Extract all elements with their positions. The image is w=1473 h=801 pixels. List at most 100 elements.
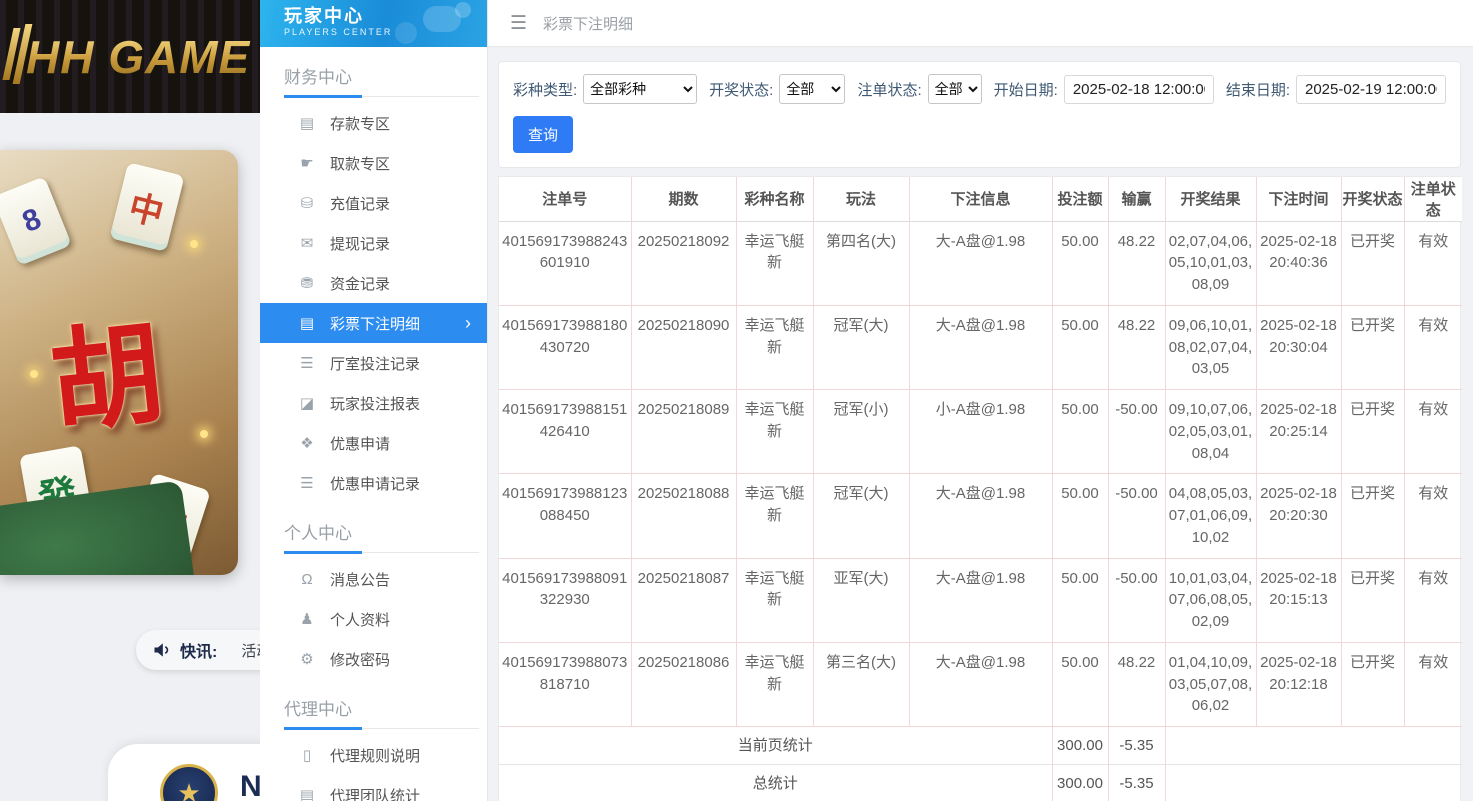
table-cell: -50.00 [1108, 390, 1165, 474]
mahjong-tile: 8 [0, 176, 72, 266]
brand-logo-area: HH GAME [0, 0, 260, 113]
start-date-label: 开始日期: [994, 79, 1058, 100]
table-cell: 20250218087 [631, 558, 736, 642]
lottery-type-label: 彩种类型: [513, 79, 577, 100]
table-cell: 大-A盘@1.98 [909, 642, 1052, 726]
table-cell: 幸运飞艇新 [736, 221, 813, 305]
sidebar-section-title: 个人中心 [284, 519, 463, 544]
summary-winloss-total: -5.35 [1108, 727, 1165, 765]
sidebar-nav: 财务中心▤存款专区☛取款专区⛁充值记录✉提现记录⛃资金记录▤彩票下注明细›☰厅室… [260, 63, 487, 801]
table-cell: 2025-02-18 20:20:30 [1256, 474, 1341, 558]
column-header: 开奖状态 [1341, 177, 1404, 221]
sidebar-item-label: 消息公告 [330, 569, 390, 590]
sidebar-item-hall-bet-record[interactable]: ☰ 厅室投注记录 [260, 343, 487, 383]
table-cell: 50.00 [1052, 642, 1108, 726]
gamepad-decoration-icon [395, 22, 417, 44]
brand-logo: HH GAME [26, 30, 260, 84]
sidebar-item-funds-record[interactable]: ⛃ 资金记录 [260, 263, 487, 303]
gamepad-decoration-icon [455, 2, 471, 18]
summary-row: 当前页统计300.00-5.35 [499, 727, 1462, 765]
agent-rules-doc-icon: ▯ [294, 746, 320, 764]
hall-bet-record-icon: ☰ [294, 354, 320, 372]
sparkle [190, 240, 198, 248]
sidebar: 玩家中心 PLAYERS CENTER 财务中心▤存款专区☛取款专区⛁充值记录✉… [260, 0, 488, 801]
table-cell: 401569173988123088450 [499, 474, 631, 558]
sidebar-header: 玩家中心 PLAYERS CENTER [260, 0, 487, 47]
column-header: 彩种名称 [736, 177, 813, 221]
sidebar-item-lottery-bet-detail[interactable]: ▤彩票下注明细› [260, 303, 487, 343]
sidebar-item-label: 优惠申请记录 [330, 473, 420, 494]
table-cell: 20250218086 [631, 642, 736, 726]
sidebar-item-agent-rules-doc[interactable]: ▯代理规则说明 [260, 735, 487, 775]
sidebar-item-player-bet-report[interactable]: ◪玩家投注报表 [260, 383, 487, 423]
order-status-select[interactable]: 全部 [928, 74, 982, 104]
sidebar-item-withdrawal-record[interactable]: ✉提现记录 [260, 223, 487, 263]
sidebar-item-promo-record[interactable]: ☰优惠申请记录 [260, 463, 487, 503]
sidebar-item-change-password-gear[interactable]: ⚙修改密码 [260, 639, 487, 679]
search-button[interactable]: 查询 [513, 116, 573, 153]
table-header-row: 注单号期数彩种名称玩法下注信息投注额输赢开奖结果下注时间开奖状态注单状态 [499, 177, 1462, 221]
sidebar-item-profile-person[interactable]: ♟个人资料 [260, 599, 487, 639]
table-cell: 幸运飞艇新 [736, 642, 813, 726]
sidebar-item-label: 取款专区 [330, 153, 390, 174]
table-cell: 有效 [1404, 558, 1462, 642]
table-cell: 有效 [1404, 642, 1462, 726]
table-cell: 48.22 [1108, 221, 1165, 305]
sidebar-item-label: 玩家投注报表 [330, 393, 420, 414]
sidebar-item-recharge-record[interactable]: ⛁充值记录 [260, 183, 487, 223]
table-cell: 48.22 [1108, 642, 1165, 726]
table-cell: 冠军(大) [813, 305, 909, 389]
table-cell: 已开奖 [1341, 305, 1404, 389]
deposit-card-icon: ▤ [294, 114, 320, 132]
page-title: 彩票下注明细 [543, 13, 633, 34]
table-cell: 小-A盘@1.98 [909, 390, 1052, 474]
summary-label: 当前页统计 [499, 727, 1052, 765]
draw-status-select[interactable]: 全部 [779, 74, 845, 104]
sidebar-item-label: 资金记录 [330, 273, 390, 294]
change-password-gear-icon: ⚙ [294, 650, 320, 668]
lottery-type-select[interactable]: 全部彩种 [583, 74, 697, 104]
sidebar-item-promo-apply[interactable]: ❖优惠申请 [260, 423, 487, 463]
news-ticker: 快讯: 活动延 [136, 630, 260, 670]
table-cell: 大-A盘@1.98 [909, 558, 1052, 642]
filter-row: 彩种类型: 全部彩种 开奖状态: 全部 注单状态: 全部 开始日期: 结束日期: [513, 74, 1446, 104]
table-cell: -50.00 [1108, 558, 1165, 642]
sidebar-item-label: 个人资料 [330, 609, 390, 630]
sidebar-item-label: 厅室投注记录 [330, 353, 420, 374]
bottom-notice-card: ★ N [108, 744, 260, 801]
mahjong-tile: 中 [109, 162, 184, 252]
table-cell: 20250218092 [631, 221, 736, 305]
table-cell: 已开奖 [1341, 390, 1404, 474]
column-header: 下注时间 [1256, 177, 1341, 221]
table-cell: 大-A盘@1.98 [909, 305, 1052, 389]
table-cell: 2025-02-18 20:30:04 [1256, 305, 1341, 389]
withdraw-hand-icon: ☛ [294, 154, 320, 172]
sidebar-item-deposit-card[interactable]: ▤存款专区 [260, 103, 487, 143]
sidebar-item-announcement-bell[interactable]: Ω消息公告 [260, 559, 487, 599]
table-row: 40156917398824360191020250218092幸运飞艇新第四名… [499, 221, 1462, 305]
table-cell: 2025-02-18 20:25:14 [1256, 390, 1341, 474]
bets-table-card: 注单号期数彩种名称玩法下注信息投注额输赢开奖结果下注时间开奖状态注单状态4015… [498, 176, 1461, 801]
screen: HH GAME 8 中 胡 發 中 快讯: 活动延 ★ N [0, 0, 1473, 801]
table-cell: 401569173988180430720 [499, 305, 631, 389]
funds-record-icon: ⛃ [294, 274, 320, 292]
column-header: 注单号 [499, 177, 631, 221]
sidebar-item-agent-team-stats[interactable]: ▤代理团队统计 [260, 775, 487, 801]
ticker-text: 活动延 [241, 640, 260, 661]
table-cell: 幸运飞艇新 [736, 558, 813, 642]
table-cell: 50.00 [1052, 390, 1108, 474]
table-row: 40156917398809132293020250218087幸运飞艇新亚军(… [499, 558, 1462, 642]
menu-toggle-icon[interactable]: ☰ [510, 12, 527, 35]
table-cell: 大-A盘@1.98 [909, 221, 1052, 305]
table-cell: 401569173988073818710 [499, 642, 631, 726]
promo-apply-icon: ❖ [294, 434, 320, 452]
table-cell: 48.22 [1108, 305, 1165, 389]
column-header: 期数 [631, 177, 736, 221]
sidebar-item-label: 彩票下注明细 [330, 313, 420, 334]
column-header: 玩法 [813, 177, 909, 221]
sidebar-item-withdraw-hand[interactable]: ☛ 取款专区 [260, 143, 487, 183]
table-cell: 50.00 [1052, 305, 1108, 389]
topbar: ☰ 彩票下注明细 [488, 0, 1473, 47]
end-date-input[interactable] [1296, 75, 1446, 104]
start-date-input[interactable] [1064, 75, 1214, 104]
